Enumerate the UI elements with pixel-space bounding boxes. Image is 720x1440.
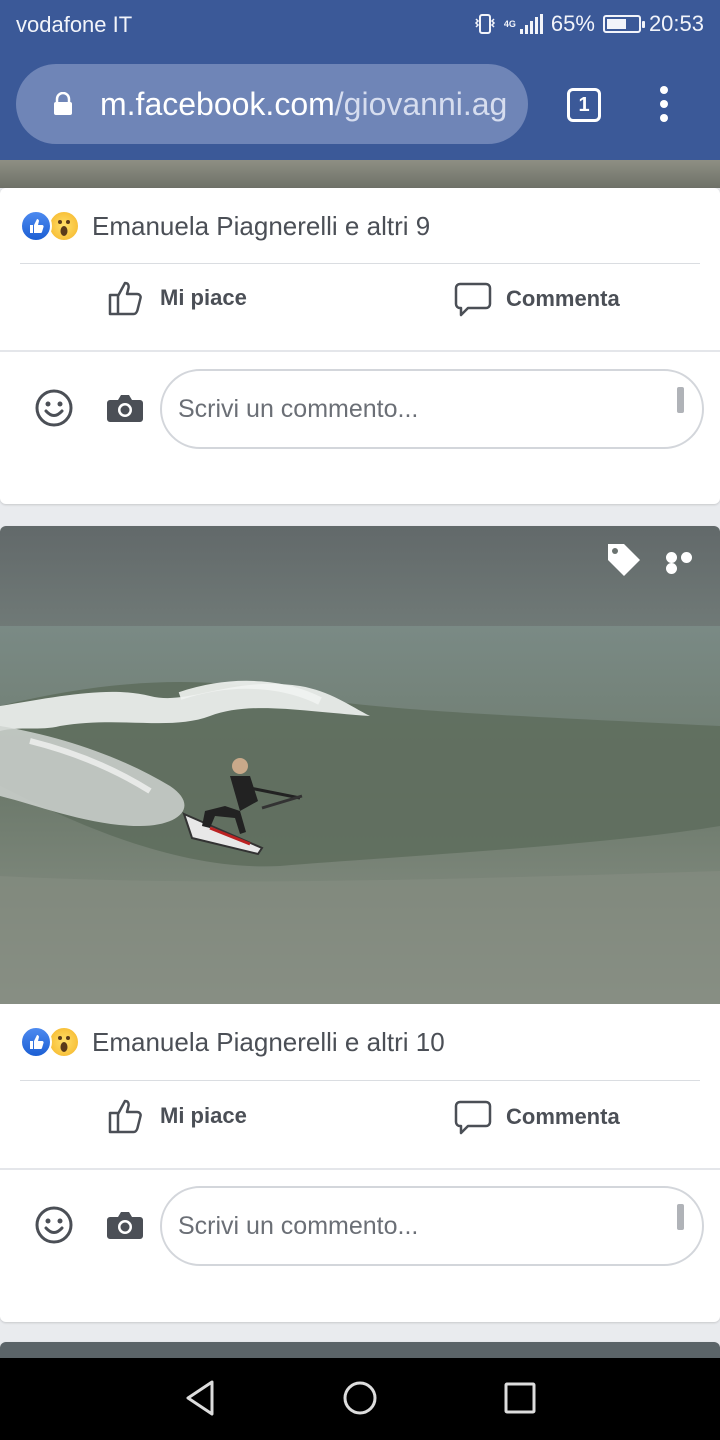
comment-label: Commenta (506, 1104, 620, 1129)
comment-label: Commenta (506, 286, 620, 311)
url-text[interactable]: m.facebook.com/giovanni.ag (100, 86, 507, 123)
camera-icon[interactable] (106, 392, 144, 424)
browser-toolbar: m.facebook.com/giovanni.ag 1 (0, 50, 720, 160)
comment-input[interactable] (178, 391, 658, 427)
lock-icon (54, 92, 72, 115)
reactions-summary[interactable]: Emanuela Piagnerelli e altri 10 (20, 1026, 445, 1058)
more-options-icon[interactable] (666, 552, 710, 574)
reactions-summary[interactable]: Emanuela Piagnerelli e altri 9 (20, 210, 430, 242)
like-reaction-icon (20, 1026, 52, 1058)
home-icon[interactable] (340, 1378, 380, 1418)
comment-button[interactable]: Commenta (454, 280, 620, 318)
system-navigation-bar (0, 1358, 720, 1440)
battery-level-fill (606, 19, 627, 29)
status-bar: vodafone IT 4G 65% 20:53 (0, 0, 720, 50)
recents-icon[interactable] (500, 1378, 540, 1418)
signal-icon (519, 14, 543, 34)
tab-switcher-button[interactable]: 1 (567, 88, 601, 122)
battery-percent: 65% (550, 11, 595, 36)
divider (0, 350, 720, 352)
thumbs-up-icon (108, 281, 142, 316)
tag-icon[interactable] (604, 540, 644, 580)
url-path: /giovanni.ag (334, 86, 508, 122)
clock: 20:53 (648, 11, 704, 36)
back-icon[interactable] (182, 1378, 222, 1418)
battery-icon (602, 15, 645, 33)
wow-reaction-icon (48, 210, 80, 242)
input-scrollbar (677, 1204, 684, 1230)
comment-button[interactable]: Commenta (454, 1098, 620, 1136)
like-label: Mi piace (160, 285, 247, 310)
divider (20, 263, 700, 264)
browser-menu-icon[interactable] (655, 86, 673, 126)
divider (0, 1168, 720, 1170)
url-domain: m.facebook.com (100, 86, 335, 122)
reactions-text: Emanuela Piagnerelli e altri 9 (92, 210, 431, 241)
comment-bubble-icon (454, 282, 492, 317)
emoji-icon[interactable] (34, 388, 74, 428)
post-card: Emanuela Piagnerelli e altri 10 Mi piace… (0, 526, 720, 1322)
camera-icon[interactable] (106, 1209, 144, 1241)
emoji-icon[interactable] (34, 1205, 74, 1245)
thumbs-up-icon (108, 1099, 142, 1134)
address-bar[interactable]: m.facebook.com/giovanni.ag (16, 64, 528, 144)
surfing-photo[interactable] (0, 526, 720, 1004)
comment-input-box[interactable] (160, 1186, 704, 1266)
comment-input[interactable] (178, 1208, 658, 1244)
wow-reaction-icon (48, 1026, 80, 1058)
like-label: Mi piace (160, 1103, 247, 1128)
post-card: Emanuela Piagnerelli e altri 9 Mi piace … (0, 188, 720, 504)
comment-input-box[interactable] (160, 369, 704, 449)
divider (20, 1080, 700, 1081)
like-button[interactable]: Mi piace (106, 1096, 247, 1136)
input-scrollbar (677, 387, 684, 413)
carrier-name: vodafone IT (16, 12, 133, 37)
network-type: 4G (503, 18, 516, 29)
vibrate-icon (474, 14, 495, 34)
reactions-text: Emanuela Piagnerelli e altri 10 (92, 1026, 445, 1057)
previous-post-image[interactable] (0, 160, 720, 188)
like-reaction-icon (20, 210, 52, 242)
status-indicators: 4G 65% 20:53 (474, 11, 704, 37)
comment-bubble-icon (454, 1100, 492, 1135)
like-button[interactable]: Mi piace (106, 278, 247, 318)
